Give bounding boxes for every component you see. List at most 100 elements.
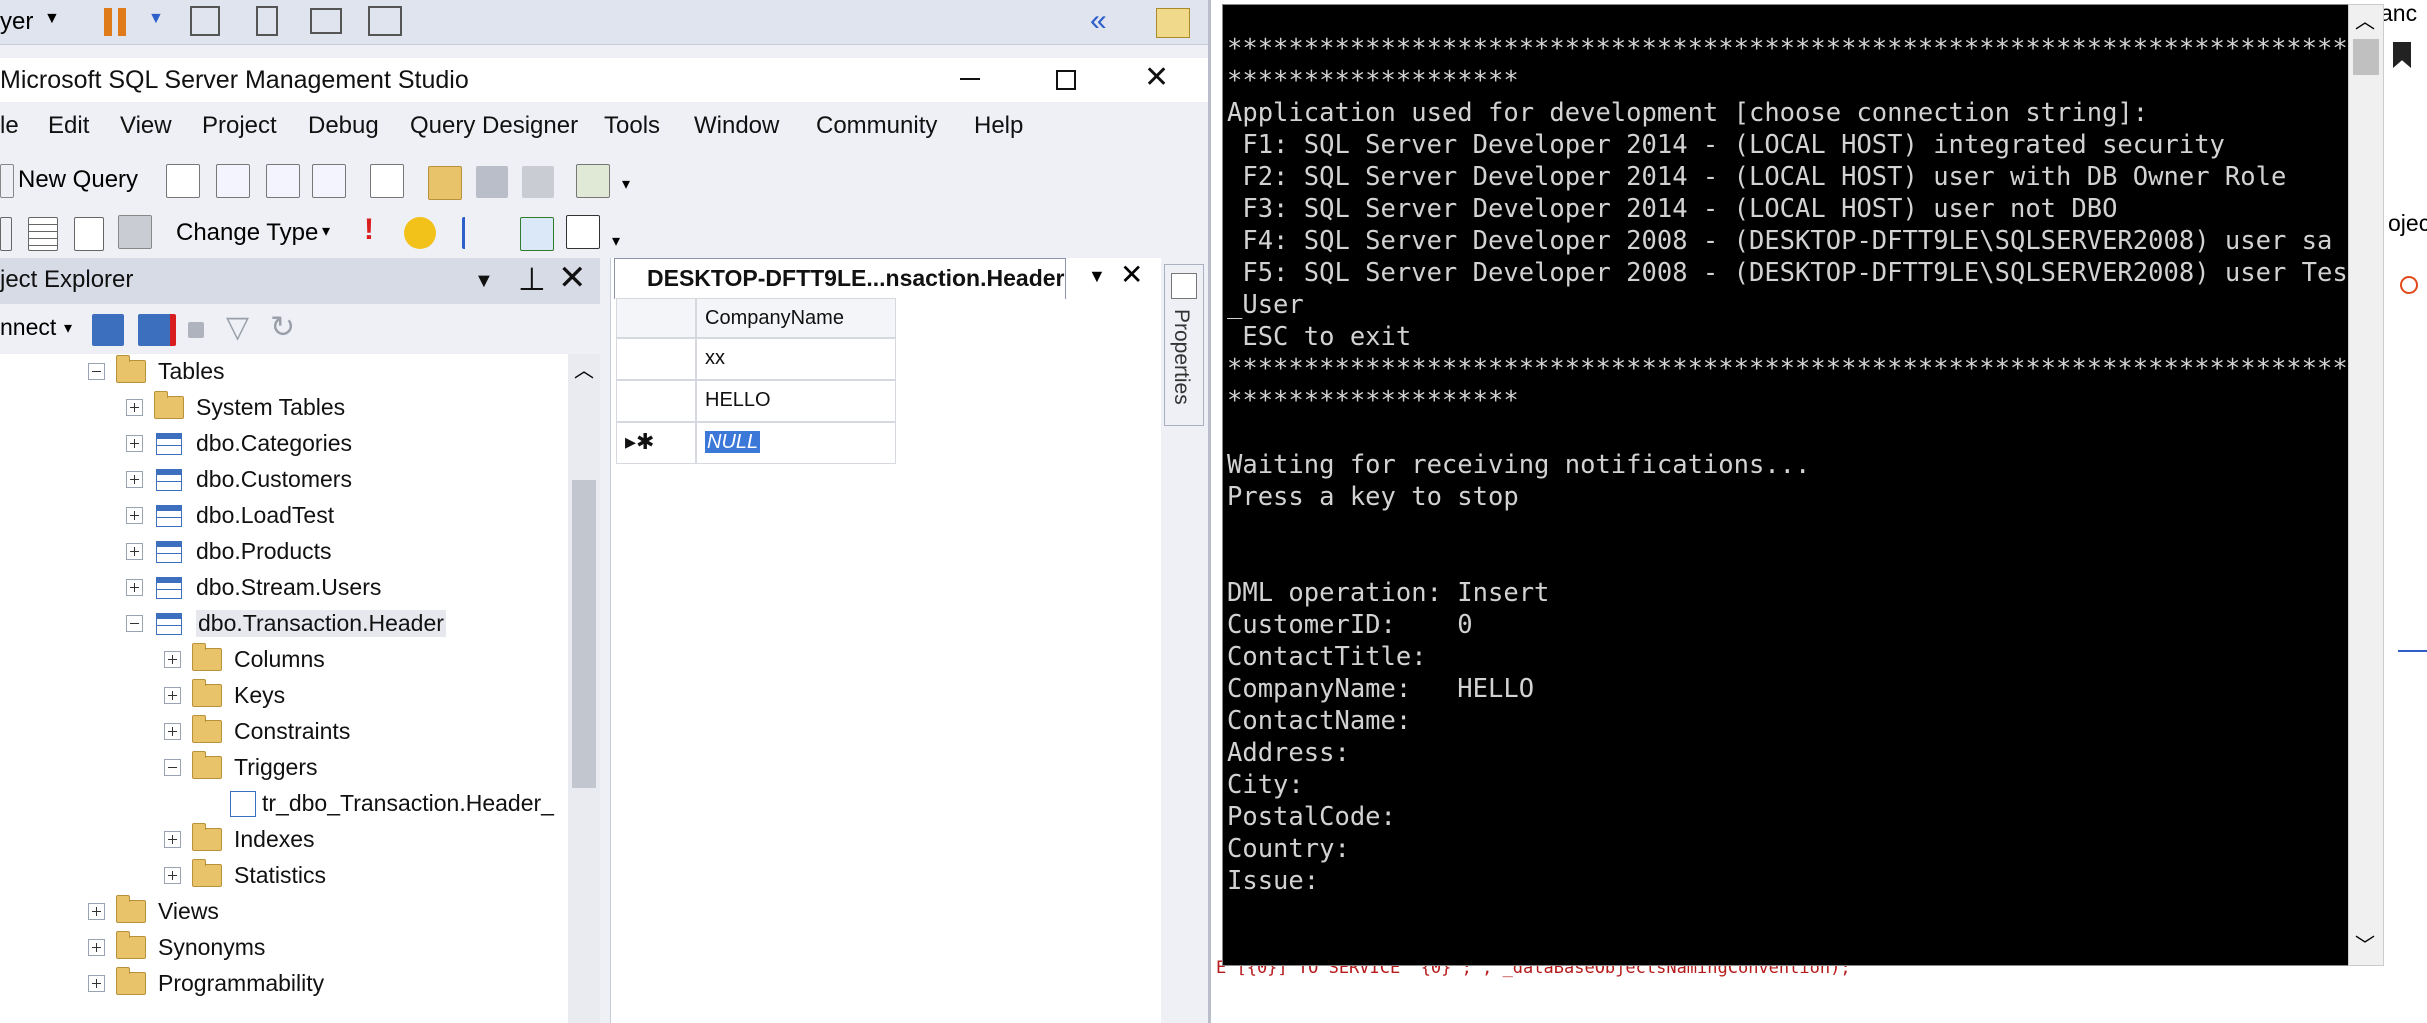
add-derived-table-icon[interactable] xyxy=(566,215,600,249)
tree-node[interactable]: dbo.LoadTest xyxy=(0,498,560,532)
save-icon[interactable] xyxy=(476,166,508,198)
expand-icon[interactable] xyxy=(126,399,143,416)
menu-window[interactable]: Window xyxy=(694,112,779,140)
expand-icon[interactable] xyxy=(88,903,105,920)
new-row-marker[interactable]: ▸✱ xyxy=(616,422,696,464)
toolbar-overflow-icon[interactable]: ▾ xyxy=(612,231,620,251)
tree-node[interactable]: dbo.Products xyxy=(0,534,560,568)
tab-table-query[interactable]: DESKTOP-DFTT9LE...nsaction.Header xyxy=(614,258,1066,299)
notes-icon[interactable] xyxy=(1156,8,1190,38)
minimize-icon[interactable] xyxy=(960,78,980,80)
change-type-button[interactable]: Change Type xyxy=(176,219,318,247)
tree-node[interactable]: Columns xyxy=(0,642,560,676)
group-by-icon[interactable] xyxy=(462,217,493,249)
bookmark-icon[interactable] xyxy=(2393,42,2411,68)
filter-icon[interactable]: ▽ xyxy=(226,310,249,345)
close-icon[interactable]: ✕ xyxy=(558,258,587,298)
menu-project[interactable]: Project xyxy=(202,112,277,140)
menu-tools[interactable]: Tools xyxy=(604,112,660,140)
diagram-pane-icon[interactable] xyxy=(0,217,12,251)
tree-node[interactable]: Keys xyxy=(0,678,560,712)
expand-icon[interactable] xyxy=(126,435,143,452)
expand-icon[interactable] xyxy=(126,507,143,524)
disconnect-icon[interactable] xyxy=(138,314,176,346)
chevron-down-icon[interactable]: ▼ xyxy=(44,10,60,28)
expand-icon[interactable] xyxy=(126,543,143,560)
chevron-down-icon[interactable]: ▾ xyxy=(64,318,72,338)
document-icon[interactable] xyxy=(370,164,404,198)
collapse-icon[interactable] xyxy=(126,615,143,632)
file-icon[interactable] xyxy=(166,164,200,198)
tree-node[interactable]: System Tables xyxy=(0,390,560,424)
collapse-icon[interactable]: « xyxy=(1090,4,1107,38)
close-icon[interactable]: ✕ xyxy=(1120,258,1143,291)
mdx-query-icon[interactable] xyxy=(216,164,250,198)
restore-icon[interactable] xyxy=(1056,70,1076,90)
step-into-icon[interactable] xyxy=(256,6,278,36)
tree-node[interactable]: Statistics xyxy=(0,858,560,892)
debug-target-label[interactable]: yer xyxy=(0,8,33,36)
print-icon[interactable] xyxy=(522,166,554,198)
chevron-up-icon[interactable]: ︿ xyxy=(574,354,594,383)
column-header[interactable]: CompanyName xyxy=(696,298,896,338)
activity-monitor-icon[interactable] xyxy=(576,164,610,198)
pause-icon[interactable] xyxy=(104,8,112,36)
expand-icon[interactable] xyxy=(164,723,181,740)
menu-community[interactable]: Community xyxy=(816,112,937,140)
connect-icon[interactable] xyxy=(92,314,124,346)
menu-help[interactable]: Help xyxy=(974,112,1023,140)
xmla-query-icon[interactable] xyxy=(312,164,346,198)
results-pane-icon[interactable] xyxy=(118,215,152,249)
new-query-icon[interactable] xyxy=(0,164,14,198)
console-scroll-thumb[interactable] xyxy=(2353,39,2379,75)
row-selector[interactable] xyxy=(616,380,696,422)
refresh-icon[interactable]: ↻ xyxy=(270,310,295,345)
tree-node[interactable]: Constraints xyxy=(0,714,560,748)
tree-node[interactable]: Views xyxy=(0,894,560,928)
add-table-icon[interactable] xyxy=(520,217,554,251)
open-folder-icon[interactable] xyxy=(428,166,462,200)
collapse-icon[interactable] xyxy=(164,759,181,776)
pin-icon[interactable]: ⊥ xyxy=(518,260,546,298)
tree-node[interactable]: Indexes xyxy=(0,822,560,856)
tree-node[interactable]: dbo.Transaction.Header xyxy=(0,606,560,640)
tree-node[interactable]: Triggers xyxy=(0,750,560,784)
tree-node[interactable]: Tables xyxy=(0,354,560,388)
chevron-down-icon[interactable]: ﹀ xyxy=(2355,929,2375,958)
expand-icon[interactable] xyxy=(88,975,105,992)
grid-cell-editing[interactable]: NULL xyxy=(696,422,896,464)
properties-tab[interactable]: Properties xyxy=(1164,264,1204,426)
menu-edit[interactable]: Edit xyxy=(48,112,89,140)
chevron-down-icon[interactable]: ▾ xyxy=(322,221,330,241)
tree-node[interactable]: dbo.Categories xyxy=(0,426,560,460)
tree-scroll-thumb[interactable] xyxy=(572,480,596,788)
menu-debug[interactable]: Debug xyxy=(308,112,379,140)
tree-node[interactable]: Programmability xyxy=(0,966,560,1000)
execute-icon[interactable]: ! xyxy=(364,213,374,247)
menu-query-designer[interactable]: Query Designer xyxy=(410,112,578,140)
expand-icon[interactable] xyxy=(126,471,143,488)
menu-view[interactable]: View xyxy=(120,112,172,140)
expand-icon[interactable] xyxy=(164,687,181,704)
verify-sql-icon[interactable] xyxy=(404,217,436,249)
stop-icon[interactable] xyxy=(188,322,204,338)
sql-pane-icon[interactable] xyxy=(74,217,104,251)
step-icon[interactable] xyxy=(190,6,220,36)
expand-icon[interactable] xyxy=(126,579,143,596)
window-icon[interactable] xyxy=(368,6,402,36)
tree-node[interactable]: tr_dbo_Transaction.Header_ xyxy=(0,786,560,820)
chevron-down-icon[interactable]: ▼ xyxy=(1088,266,1106,287)
chevron-down-icon[interactable]: ▼ xyxy=(148,10,164,28)
tree-node[interactable]: Synonyms xyxy=(0,930,560,964)
connect-button[interactable]: nnect xyxy=(0,314,56,341)
toolbar-overflow-icon[interactable]: ▾ xyxy=(622,174,630,194)
menu-file[interactable]: le xyxy=(0,112,19,140)
criteria-pane-icon[interactable] xyxy=(28,217,58,251)
chevron-up-icon[interactable]: ︿ xyxy=(2355,5,2375,34)
fullscreen-icon[interactable] xyxy=(310,8,342,34)
expand-icon[interactable] xyxy=(164,867,181,884)
row-selector[interactable] xyxy=(616,338,696,380)
grid-cell[interactable]: xx xyxy=(696,338,896,380)
tree-node[interactable]: dbo.Stream.Users xyxy=(0,570,560,604)
close-icon[interactable]: ✕ xyxy=(1144,60,1169,95)
